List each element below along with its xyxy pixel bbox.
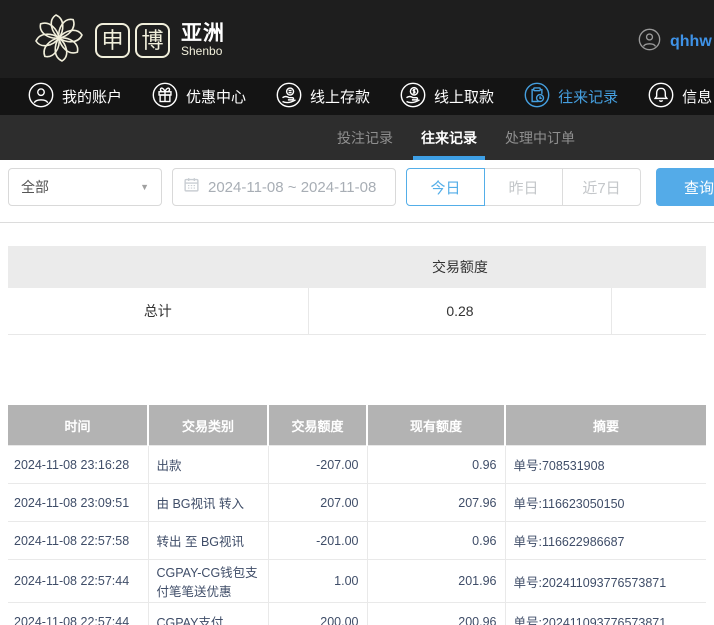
logo-wordmark: 申 博	[95, 23, 170, 58]
summary-header-row: 交易额度	[8, 246, 706, 288]
logo-region: 亚洲 Shenbo	[181, 22, 225, 58]
logo-char-shen: 申	[95, 23, 130, 58]
username-label: qhhw	[670, 33, 712, 51]
cell-type: 出款	[148, 446, 268, 484]
cell-time: 2024-11-08 22:57:44	[8, 560, 148, 603]
table-row: 2024-11-08 22:57:44 CGPAY支付 200.00 200.9…	[8, 603, 706, 625]
gift-icon	[152, 82, 178, 112]
user-avatar-icon	[638, 28, 661, 56]
table-row: 2024-11-08 23:09:51 由 BG视讯 转入 207.00 207…	[8, 484, 706, 522]
type-select[interactable]: 全部 ▼	[8, 168, 162, 206]
nav-item-deposit[interactable]: 线上存款	[276, 82, 370, 112]
chevron-down-icon: ▼	[140, 182, 149, 192]
date-range-value: 2024-11-08 ~ 2024-11-08	[208, 179, 376, 196]
summary-table: 交易额度 总计 0.28	[8, 246, 706, 335]
nav-label: 优惠中心	[186, 86, 246, 107]
table-row: 2024-11-08 22:57:58 转出 至 BG视讯 -201.00 0.…	[8, 522, 706, 560]
cell-balance: 200.96	[367, 603, 505, 625]
flower-logo-icon	[32, 11, 86, 70]
summary-header-amount: 交易额度	[308, 246, 612, 288]
cell-summary: 单号:708531908	[505, 446, 706, 484]
cell-type: 由 BG视讯 转入	[148, 484, 268, 522]
bell-icon	[648, 82, 674, 112]
nav-item-withdraw[interactable]: 线上取款	[400, 82, 494, 112]
tab-transaction-records[interactable]: 往来记录	[421, 115, 477, 160]
nav-item-my-account[interactable]: 我的账户	[28, 82, 122, 112]
cell-balance: 0.96	[367, 522, 505, 560]
table-row: 2024-11-08 22:57:44 CGPAY-CG钱包支付笔笔送优惠 1.…	[8, 560, 706, 603]
cell-time: 2024-11-08 23:16:28	[8, 446, 148, 484]
cell-balance: 207.96	[367, 484, 505, 522]
cell-amount: -207.00	[268, 446, 367, 484]
date-range-input[interactable]: 2024-11-08 ~ 2024-11-08	[172, 168, 396, 206]
nav-label: 线上存款	[310, 86, 370, 107]
logo-region-en: Shenbo	[181, 45, 225, 58]
nav-label: 信息	[682, 86, 712, 107]
last7days-button[interactable]: 近7日	[562, 168, 641, 206]
record-tabs: 投注记录 往来记录 处理中订单	[0, 115, 714, 160]
quick-range-group: 今日 昨日 近7日	[406, 168, 641, 206]
cell-summary: 单号:116622986687	[505, 522, 706, 560]
summary-empty-cell	[612, 288, 706, 335]
main-nav: 我的账户 优惠中心 线上存款	[0, 78, 714, 115]
cell-summary: 单号:202411093776573871	[505, 560, 706, 603]
section-divider	[0, 222, 714, 223]
records-icon	[524, 82, 550, 112]
cell-time: 2024-11-08 22:57:58	[8, 522, 148, 560]
top-header: 申 博 亚洲 Shenbo qhhw	[0, 0, 714, 78]
summary-header-spacer	[8, 246, 308, 288]
nav-label: 线上取款	[434, 86, 494, 107]
cell-type: CGPAY支付	[148, 603, 268, 625]
cell-type: 转出 至 BG视讯	[148, 522, 268, 560]
query-button[interactable]: 查询	[656, 168, 714, 206]
transaction-records-page: 申 博 亚洲 Shenbo qhhw	[0, 0, 714, 625]
cell-time: 2024-11-08 23:09:51	[8, 484, 148, 522]
brand-logo[interactable]: 申 博 亚洲 Shenbo	[32, 11, 225, 70]
cell-type: CGPAY-CG钱包支付笔笔送优惠	[148, 560, 268, 603]
col-summary: 摘要	[505, 405, 706, 446]
cell-amount: -201.00	[268, 522, 367, 560]
withdraw-icon	[400, 82, 426, 112]
nav-item-promotions[interactable]: 优惠中心	[152, 82, 246, 112]
today-button[interactable]: 今日	[406, 168, 485, 206]
transactions-header-row: 时间 交易类别 交易额度 现有额度 摘要	[8, 405, 706, 446]
tab-betting-records[interactable]: 投注记录	[337, 115, 393, 160]
account-menu[interactable]: qhhw	[638, 28, 712, 56]
user-icon	[28, 82, 54, 112]
summary-total-value: 0.28	[308, 288, 612, 335]
summary-header-spacer	[612, 246, 706, 288]
deposit-icon	[276, 82, 302, 112]
cell-balance: 0.96	[367, 446, 505, 484]
col-type: 交易类别	[148, 405, 268, 446]
col-amount: 交易额度	[268, 405, 367, 446]
nav-item-messages[interactable]: 信息	[648, 82, 712, 112]
nav-label: 我的账户	[62, 86, 122, 107]
transactions-table: 时间 交易类别 交易额度 现有额度 摘要 2024-11-08 23:16:28…	[8, 405, 706, 625]
col-time: 时间	[8, 405, 148, 446]
col-balance: 现有额度	[367, 405, 505, 446]
summary-total-label: 总计	[8, 288, 308, 335]
nav-item-records[interactable]: 往来记录	[524, 82, 618, 112]
cell-summary: 单号:202411093776573871	[505, 603, 706, 625]
yesterday-button[interactable]: 昨日	[484, 168, 563, 206]
type-select-value: 全部	[21, 177, 49, 197]
calendar-icon	[183, 176, 200, 198]
cell-balance: 201.96	[367, 560, 505, 603]
tab-processing-orders[interactable]: 处理中订单	[505, 115, 575, 160]
nav-label: 往来记录	[558, 86, 618, 107]
logo-char-bo: 博	[135, 23, 170, 58]
cell-time: 2024-11-08 22:57:44	[8, 603, 148, 625]
table-row: 2024-11-08 23:16:28 出款 -207.00 0.96 单号:7…	[8, 446, 706, 484]
logo-region-cn: 亚洲	[181, 22, 225, 45]
summary-total-row: 总计 0.28	[8, 288, 706, 335]
cell-summary: 单号:116623050150	[505, 484, 706, 522]
cell-amount: 200.00	[268, 603, 367, 625]
cell-amount: 207.00	[268, 484, 367, 522]
cell-amount: 1.00	[268, 560, 367, 603]
